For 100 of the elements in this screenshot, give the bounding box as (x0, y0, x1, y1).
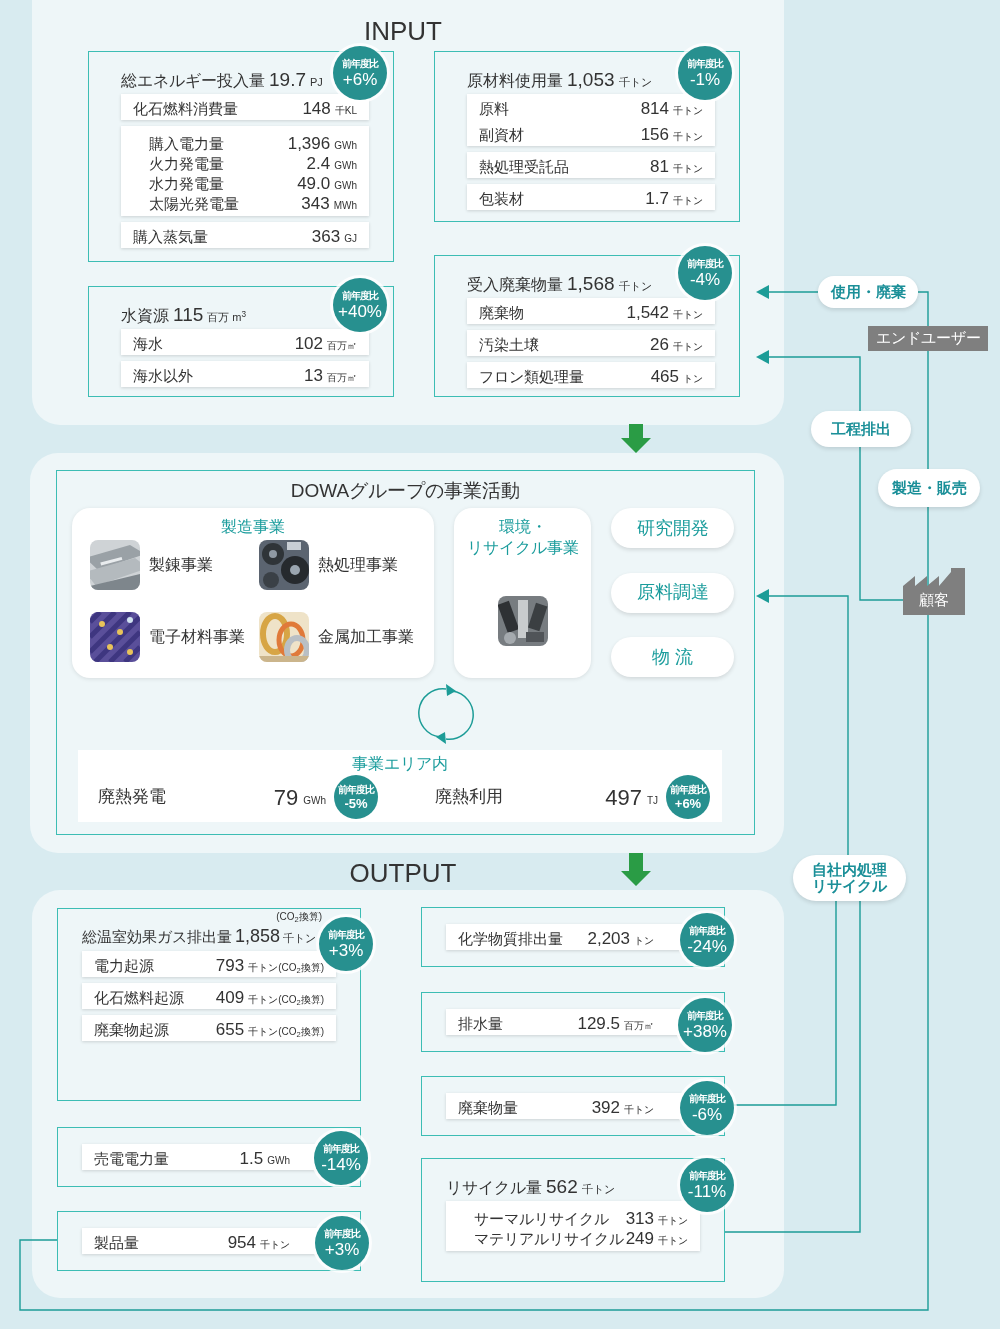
business-label: 金属加工事業 (318, 627, 414, 647)
unit-label: 百万㎡ (327, 339, 357, 353)
unit-label: 千トン (618, 76, 652, 88)
row-label: 排水量 (458, 1014, 503, 1034)
unit-label: 千トン (658, 1234, 688, 1248)
row-value: 2,203 (587, 928, 630, 950)
row-label: 火力発電量 (149, 154, 224, 174)
badge-label: 前年度比 (687, 258, 723, 269)
row-label: 海水以外 (133, 366, 193, 386)
row-value: 102 (294, 333, 323, 355)
unit-label: GWh (334, 179, 357, 193)
change-value: -14% (321, 1155, 361, 1173)
badge-label: 前年度比 (323, 1143, 359, 1154)
row-value: 392 (591, 1097, 620, 1119)
flow-label: 使用・廃棄 (818, 276, 918, 308)
panel-heading: 環境・ (498, 517, 547, 537)
change-value: +38% (683, 1022, 727, 1040)
row-value: 129.5 (577, 1013, 620, 1035)
row-value: 363 (311, 226, 341, 248)
unit-label: 百万㎡ (624, 1019, 654, 1033)
row-value: 465 (650, 366, 679, 388)
card-title: 総温室効果ガス排出量 (82, 927, 232, 947)
site-label: 廃熱発電 (98, 786, 167, 809)
unit-label: TJ (646, 794, 658, 808)
change-value: -11% (687, 1182, 727, 1200)
row-label: 売電電力量 (94, 1149, 169, 1169)
unit-label: 千トン (581, 1183, 615, 1195)
row-value: 1,396 (287, 133, 331, 155)
unit-label: MWh (333, 199, 357, 213)
panel-heading: 事業エリア内 (351, 754, 449, 774)
panel-heading: リサイクル事業 (466, 538, 579, 558)
unit-label: 千トン(CO$_{2}$換算) (248, 961, 324, 975)
row-label: 化石燃料消費量 (133, 99, 238, 119)
business-label: 製錬事業 (149, 555, 213, 575)
badge-label: 前年度比 (687, 58, 723, 69)
row-value: 156 (640, 124, 669, 146)
row-value: 954 (227, 1232, 256, 1254)
row-label: 製品量 (94, 1233, 139, 1253)
flow-label: 工程排出 (811, 411, 911, 447)
unit-label: 千トン (260, 1238, 290, 1252)
total-value: 115 (173, 303, 204, 327)
function-pill: 物 流 (611, 637, 734, 677)
customer-factory: 顧客 (903, 568, 965, 615)
end-user-tag: エンドユーザー (868, 326, 988, 351)
row-value: 1.7 (645, 188, 669, 210)
unit-label: GWh (303, 794, 326, 808)
row-label: 購入蒸気量 (133, 227, 208, 247)
total-value: 1,568 (567, 272, 615, 296)
row-value: 313 (625, 1208, 654, 1230)
function-pill: 原料調達 (611, 572, 734, 613)
row-label: 汚染土壌 (479, 335, 539, 355)
row-label: 原料 (479, 99, 509, 119)
row-value: 814 (640, 98, 669, 120)
section-heading: OUTPUT (348, 860, 458, 886)
row-value: 1,542 (626, 302, 669, 324)
site-value: 79 (273, 783, 299, 812)
row-label: 廃棄物起源 (94, 1020, 169, 1040)
row-value: 655 (215, 1019, 245, 1041)
total-value: 19.7 (269, 68, 306, 92)
unit-label: 千トン (673, 130, 703, 144)
row-value: 793 (215, 955, 245, 977)
row-label: 廃棄物量 (458, 1098, 518, 1118)
unit-label: GWh (267, 1154, 290, 1168)
row-label: 水力発電量 (149, 174, 224, 194)
change-value: +6% (342, 70, 378, 88)
row-label: 化石燃料起源 (94, 988, 184, 1008)
change-value: +3% (324, 1240, 360, 1258)
row-label: 包装材 (479, 189, 524, 209)
row-value: 49.0 (297, 173, 331, 195)
unit-label: GWh (334, 139, 357, 153)
unit-label: 千トン (673, 194, 703, 208)
row-value: 343 (301, 193, 330, 215)
section-heading: DOWAグループの事業活動 (289, 479, 522, 503)
row-label: 電力起源 (94, 956, 154, 976)
unit-label: 千トン (658, 1214, 688, 1228)
card-title: 受入廃棄物量 (467, 275, 563, 295)
badge-label: 前年度比 (689, 1170, 725, 1181)
business-label: 熱処理事業 (318, 555, 398, 575)
unit-label: 百万 m$^{3}$ (207, 311, 247, 323)
row-label: 海水 (133, 334, 163, 354)
change-value: -4% (689, 270, 721, 288)
row-value: 148 (302, 98, 331, 120)
row-label: 熱処理受託品 (479, 157, 569, 177)
badge-label: 前年度比 (342, 290, 378, 301)
unit-label: 百万㎡ (327, 371, 357, 385)
badge-label: 前年度比 (670, 784, 706, 795)
badge-label: 前年度比 (689, 925, 725, 936)
unit-label: 千トン (624, 1103, 654, 1117)
unit-label: 千トン(CO$_{2}$換算) (248, 1025, 324, 1039)
row-value: 1.5 (239, 1148, 264, 1170)
change-value: -24% (687, 937, 727, 955)
badge-label: 前年度比 (687, 1010, 723, 1021)
badge-label: 前年度比 (328, 929, 364, 940)
total-value: 562 (546, 1175, 578, 1199)
row-label: マテリアルリサイクル (474, 1229, 624, 1249)
row-value: 13 (304, 365, 323, 387)
card-title: 総エネルギー投入量 (121, 71, 265, 91)
change-value: +3% (328, 941, 364, 959)
site-value: 497 (605, 783, 642, 812)
card-title: リサイクル量 (446, 1178, 542, 1198)
